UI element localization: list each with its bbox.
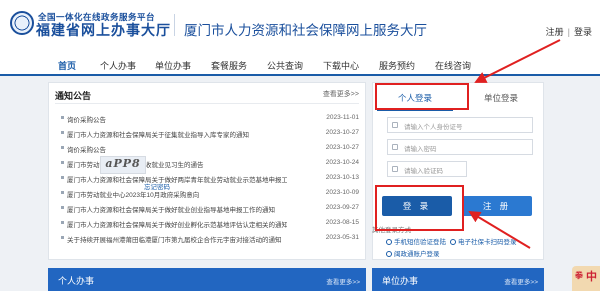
site-title: 厦门市人力资源和社会保障网上服务大厅 xyxy=(184,23,427,38)
bullet-icon xyxy=(61,236,64,239)
notice-item-date: 2023-11-01 xyxy=(326,114,359,121)
bullet-icon xyxy=(61,161,64,164)
shield-icon xyxy=(392,166,398,172)
header-divider xyxy=(174,14,175,36)
user-icon xyxy=(392,122,398,128)
highlight-personal-tab xyxy=(375,83,469,110)
notice-item-title[interactable]: 厦门市人力资源和社会保障局关于做好两岸青年就业劳动就业示范基地申报工作的通知 xyxy=(67,174,287,184)
notice-item[interactable]: 询价采购公告 2023-10-27 xyxy=(61,143,359,155)
notice-item-date: 2023-10-27 xyxy=(325,144,359,151)
header-login-link[interactable]: 登录 xyxy=(574,27,592,37)
bullet-icon xyxy=(61,206,64,209)
nav-appointment[interactable]: 服务预约 xyxy=(379,59,415,72)
notice-item[interactable]: 厦门市人力资源和社会保障局关于征集就业指导入库专家的通知 2023-10-27 xyxy=(61,128,359,140)
password-placeholder: 请输入密码 xyxy=(404,146,437,153)
register-button[interactable]: 注 册 xyxy=(462,196,532,216)
floating-service-widget[interactable]: 拳 中 xyxy=(572,266,600,291)
notice-item-title[interactable]: 关于持续开展福州港莆田临港厦门市第九届校企合作元宇宙对接活动的通知 xyxy=(67,234,287,244)
personal-affairs-more-link[interactable]: 查看更多>> xyxy=(326,276,360,286)
notice-item-title[interactable]: 询价采购公告 xyxy=(67,114,287,124)
unit-affairs-more-link[interactable]: 查看更多>> xyxy=(504,276,538,286)
notice-item[interactable]: 厦门市劳动就业中心2023年10月政府采购意向 2023-10-09 xyxy=(61,188,359,200)
government-emblem-icon xyxy=(10,11,34,35)
bullet-icon xyxy=(61,131,64,134)
tab-unit-login[interactable]: 单位登录 xyxy=(463,89,539,111)
bullet-icon xyxy=(61,146,64,149)
notice-item[interactable]: 厦门市人力资源和社会保障局关于做好就业创业指导基地申报工作的通知 2023-09-… xyxy=(61,203,359,215)
main-nav: 首页 个人办事 单位办事 套餐服务 公共查询 下载中心 服务预约 在线咨询 xyxy=(0,54,600,76)
id-number-field[interactable]: 请输入个人身份证号 xyxy=(387,117,533,133)
platform-logo-text[interactable]: 福建省网上办事大厅 xyxy=(36,20,171,40)
card-icon xyxy=(450,239,456,245)
lock-icon xyxy=(392,144,398,150)
captcha-image[interactable]: aPP8 xyxy=(100,156,146,174)
notice-title: 通知公告 xyxy=(55,91,92,101)
captcha-placeholder: 请输入验证码 xyxy=(404,168,443,175)
id-number-placeholder: 请输入个人身份证号 xyxy=(404,124,463,131)
widget-char-2: 中 xyxy=(586,271,597,283)
captcha-field[interactable]: 请输入验证码 xyxy=(387,161,467,177)
notice-item[interactable]: 厦门市人力资源和社会保障局关于做好两岸青年就业劳动就业示范基地申报工作的通知 20… xyxy=(61,173,359,185)
bullet-icon xyxy=(61,221,64,224)
notice-item[interactable]: 关于持续开展福州港莆田临港厦门市第九届校企合作元宇宙对接活动的通知 2023-05… xyxy=(61,233,359,245)
highlight-login-button xyxy=(375,185,464,231)
notice-item-title[interactable]: 厦门市人力资源和社会保障局关于征集就业指导入库专家的通知 xyxy=(67,129,287,139)
unit-affairs-title: 单位办事 xyxy=(382,276,419,286)
mzt-login-link[interactable]: 闽政通账户登录 xyxy=(386,248,440,258)
header-register-link[interactable]: 注册 xyxy=(546,27,564,37)
notice-divider xyxy=(55,103,359,104)
site-header: 全国一体化在线政务服务平台 福建省网上办事大厅 厦门市人力资源和社会保障网上服务… xyxy=(0,0,600,54)
notice-more-link[interactable]: 查看更多>> xyxy=(323,89,359,99)
notice-item-date: 2023-08-15 xyxy=(325,219,359,226)
sms-login-label: 手机短信验证登陆 xyxy=(394,239,446,246)
password-field[interactable]: 请输入密码 xyxy=(387,139,533,155)
widget-char-1: 拳 xyxy=(575,271,583,280)
mzt-login-label: 闽政通账户登录 xyxy=(394,251,440,258)
notice-item-date: 2023-10-24 xyxy=(325,159,359,166)
social-card-login-link[interactable]: 电子社保卡扫码登录 xyxy=(450,236,517,246)
notice-item-title[interactable]: 询价采购公告 xyxy=(67,144,287,154)
notice-item-title[interactable]: 厦门市人力资源和社会保障局关于做好创业孵化示范基地评估认定相关的通知 xyxy=(67,219,287,229)
notice-item-date: 2023-05-31 xyxy=(325,234,359,241)
header-link-separator: | xyxy=(567,27,570,37)
personal-affairs-panel: 个人办事 查看更多>> xyxy=(48,268,366,291)
nav-public-query[interactable]: 公共查询 xyxy=(267,59,303,72)
bullet-icon xyxy=(61,116,64,119)
notice-item[interactable]: 询价采购公告 2023-11-01 xyxy=(61,113,359,125)
nav-online-consult[interactable]: 在线咨询 xyxy=(435,59,471,72)
sms-login-link[interactable]: 手机短信验证登陆 xyxy=(386,236,446,246)
notice-item-date: 2023-09-27 xyxy=(325,204,359,211)
notice-item-date: 2023-10-27 xyxy=(325,129,359,136)
nav-download-center[interactable]: 下载中心 xyxy=(323,59,359,72)
nav-active-indicator xyxy=(55,74,79,76)
bullet-icon xyxy=(61,191,64,194)
notice-panel: 通知公告 查看更多>> 询价采购公告 2023-11-01 厦门市人力资源和社会保… xyxy=(48,82,366,260)
notice-item-date: 2023-10-13 xyxy=(325,174,359,181)
phone-icon xyxy=(386,239,392,245)
nav-home[interactable]: 首页 xyxy=(58,59,76,72)
notice-item-title[interactable]: 厦门市人力资源和社会保障局关于做好就业创业指导基地申报工作的通知 xyxy=(67,204,287,214)
notice-item[interactable]: 厦门市人力资源和社会保障局关于做好创业孵化示范基地评估认定相关的通知 2023-0… xyxy=(61,218,359,230)
header-account-links: 注册 | 登录 xyxy=(546,25,592,38)
social-card-login-label: 电子社保卡扫码登录 xyxy=(458,239,517,246)
notice-item-date: 2023-10-09 xyxy=(325,189,359,196)
personal-affairs-title: 个人办事 xyxy=(58,276,95,286)
notice-item-title[interactable]: 厦门市劳动就业中心2023年10月政府采购意向 xyxy=(67,189,287,199)
app-icon xyxy=(386,251,392,257)
nav-package-services[interactable]: 套餐服务 xyxy=(211,59,247,72)
unit-affairs-panel: 单位办事 查看更多>> xyxy=(372,268,544,291)
nav-unit-affairs[interactable]: 单位办事 xyxy=(155,59,191,72)
forgot-password-link[interactable]: 忘记密码 xyxy=(144,181,170,191)
nav-personal-affairs[interactable]: 个人办事 xyxy=(100,59,136,72)
bullet-icon xyxy=(61,176,64,179)
